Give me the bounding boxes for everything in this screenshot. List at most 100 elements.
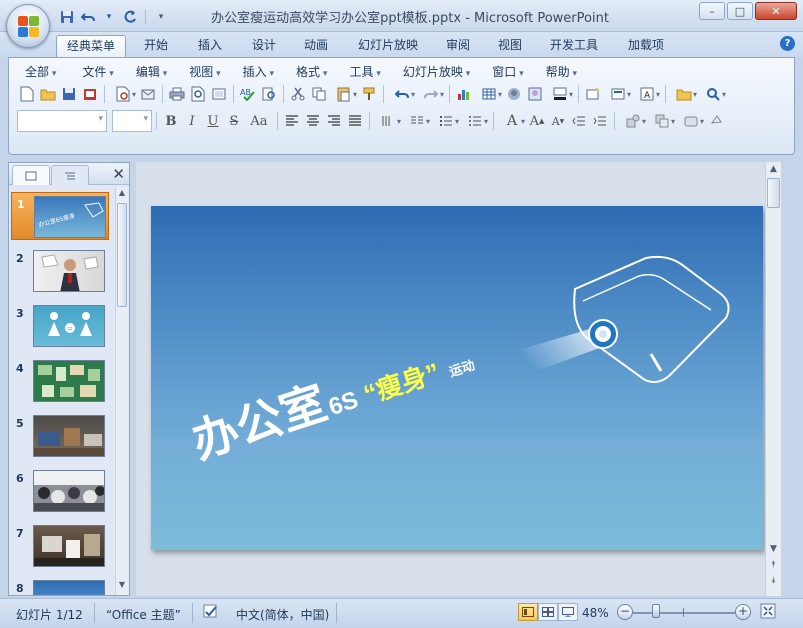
slide-thumbnail-8[interactable]: 8 xyxy=(11,577,109,595)
columns-icon[interactable] xyxy=(403,111,431,131)
strikethrough-button[interactable]: S xyxy=(224,111,244,131)
scroll-down-icon[interactable]: ▼ xyxy=(766,544,781,554)
increase-indent-icon[interactable] xyxy=(590,111,610,131)
decrease-indent-icon[interactable] xyxy=(569,111,589,131)
outline-tab-icon[interactable] xyxy=(51,165,89,185)
scroll-up-icon[interactable]: ▲ xyxy=(116,188,128,202)
slide-thumbnail-3[interactable]: 3 = xyxy=(11,302,109,350)
tab-classic-menu[interactable]: 经典菜单 xyxy=(56,35,127,57)
folder-icon[interactable] xyxy=(670,84,698,104)
format-painter-icon[interactable] xyxy=(359,84,379,104)
font-color-icon[interactable]: A xyxy=(633,84,661,104)
slide-thumbnail-1[interactable]: 1 办公室6S瘦身 xyxy=(11,192,109,240)
tab-developer[interactable]: 开发工具 xyxy=(540,35,608,57)
slide-thumbnail-6[interactable]: 6 xyxy=(11,467,109,515)
previous-slide-icon[interactable]: ⯭ xyxy=(766,560,781,570)
redo-icon[interactable] xyxy=(417,84,445,104)
print-icon[interactable] xyxy=(167,84,187,104)
copy-icon[interactable] xyxy=(309,84,329,104)
menu-view[interactable]: 视图 xyxy=(181,62,228,81)
underline-button[interactable]: U xyxy=(203,111,223,131)
spelling-icon[interactable]: AB xyxy=(238,84,258,104)
qat-customize-button[interactable]: ▾ xyxy=(152,8,170,26)
next-slide-icon[interactable]: ⯯ xyxy=(766,576,781,586)
bullets-icon[interactable] xyxy=(461,111,489,131)
slide-scrollbar[interactable]: ▲ ▼ ⯭ ⯯ xyxy=(765,162,781,596)
align-right-icon[interactable] xyxy=(324,111,344,131)
bold-button[interactable]: B xyxy=(161,111,181,131)
slide-thumbnail-7[interactable]: 7 xyxy=(11,522,109,570)
scroll-up-icon[interactable]: ▲ xyxy=(766,164,781,174)
tab-insert[interactable]: 插入 xyxy=(188,35,232,57)
menu-all[interactable]: 全部 xyxy=(17,62,64,81)
text-direction-icon[interactable] xyxy=(374,111,402,131)
menu-edit[interactable]: 编辑 xyxy=(128,62,175,81)
quick-styles-icon[interactable] xyxy=(677,111,705,131)
tab-home[interactable]: 开始 xyxy=(134,35,178,57)
font-color-a-icon[interactable]: A xyxy=(498,111,526,131)
redo-icon[interactable] xyxy=(121,8,139,26)
tab-review[interactable]: 审阅 xyxy=(436,35,480,57)
spell-check-icon[interactable] xyxy=(202,603,220,624)
clip-art-icon[interactable] xyxy=(504,84,524,104)
save-icon[interactable] xyxy=(58,8,76,26)
zoom-level[interactable]: 48% xyxy=(582,606,609,620)
grow-font-icon[interactable]: A ▲ xyxy=(527,111,547,131)
slide-thumbnail-2[interactable]: 2 xyxy=(11,247,109,295)
chart-icon[interactable] xyxy=(454,84,474,104)
close-icon[interactable]: ✕ xyxy=(112,165,125,183)
justify-icon[interactable] xyxy=(345,111,365,131)
undo-icon[interactable] xyxy=(79,8,97,26)
shapes-icon[interactable] xyxy=(619,111,647,131)
zoom-out-button[interactable]: − xyxy=(617,604,633,620)
print-preview-dropdown-icon[interactable] xyxy=(109,84,137,104)
menu-window[interactable]: 窗口 xyxy=(484,62,531,81)
shrink-font-icon[interactable]: A ▼ xyxy=(548,111,568,131)
zoom-in-button[interactable]: + xyxy=(735,604,751,620)
language-indicator[interactable]: 中文(简体，中国) xyxy=(236,606,329,623)
cut-icon[interactable] xyxy=(288,84,308,104)
minimize-button[interactable]: – xyxy=(699,2,725,20)
paste-icon[interactable] xyxy=(330,84,358,104)
tab-slideshow[interactable]: 幻灯片放映 xyxy=(348,35,428,57)
permission-icon[interactable] xyxy=(80,84,100,104)
new-document-icon[interactable] xyxy=(17,84,37,104)
font-size-combo[interactable] xyxy=(112,110,152,132)
shape-fill-icon[interactable] xyxy=(706,111,726,131)
menu-slideshow[interactable]: 幻灯片放映 xyxy=(395,62,478,81)
scrollbar-thumb[interactable] xyxy=(767,178,780,208)
slideshow-view-button[interactable] xyxy=(558,603,578,621)
office-button[interactable] xyxy=(6,4,50,48)
scroll-down-icon[interactable]: ▼ xyxy=(116,580,128,594)
change-case-button[interactable]: Aa xyxy=(245,111,273,131)
numbering-icon[interactable] xyxy=(432,111,460,131)
new-slide-icon[interactable] xyxy=(583,84,603,104)
slide-sorter-view-button[interactable] xyxy=(538,603,558,621)
close-button[interactable]: ✕ xyxy=(755,2,797,20)
slide-canvas[interactable]: 办公室6S“瘦身” 运动 xyxy=(151,206,763,550)
tab-animation[interactable]: 动画 xyxy=(294,35,338,57)
print-preview-icon[interactable] xyxy=(188,84,208,104)
slide-thumbnail-5[interactable]: 5 xyxy=(11,412,109,460)
picture-icon[interactable] xyxy=(525,84,545,104)
scrollbar-thumb[interactable] xyxy=(117,203,127,307)
zoom-slider-knob[interactable] xyxy=(652,604,660,618)
table-icon[interactable] xyxy=(475,84,503,104)
arrange-icon[interactable] xyxy=(648,111,676,131)
attach-icon[interactable] xyxy=(138,84,158,104)
chevron-down-icon[interactable]: ▾ xyxy=(100,8,118,26)
menu-tools[interactable]: 工具 xyxy=(341,62,388,81)
slides-tab-icon[interactable] xyxy=(12,165,50,185)
normal-view-button[interactable] xyxy=(518,603,538,621)
menu-file[interactable]: 文件 xyxy=(74,62,121,81)
save-icon[interactable] xyxy=(59,84,79,104)
tab-addins[interactable]: 加载项 xyxy=(618,35,674,57)
menu-help[interactable]: 帮助 xyxy=(538,62,585,81)
menu-insert[interactable]: 插入 xyxy=(235,62,282,81)
font-name-combo[interactable] xyxy=(17,110,107,132)
undo-icon[interactable] xyxy=(388,84,416,104)
tab-design[interactable]: 设计 xyxy=(242,35,286,57)
open-folder-icon[interactable] xyxy=(38,84,58,104)
maximize-button[interactable]: □ xyxy=(727,2,753,20)
thumbnail-scrollbar[interactable]: ▲ ▼ xyxy=(115,187,128,595)
